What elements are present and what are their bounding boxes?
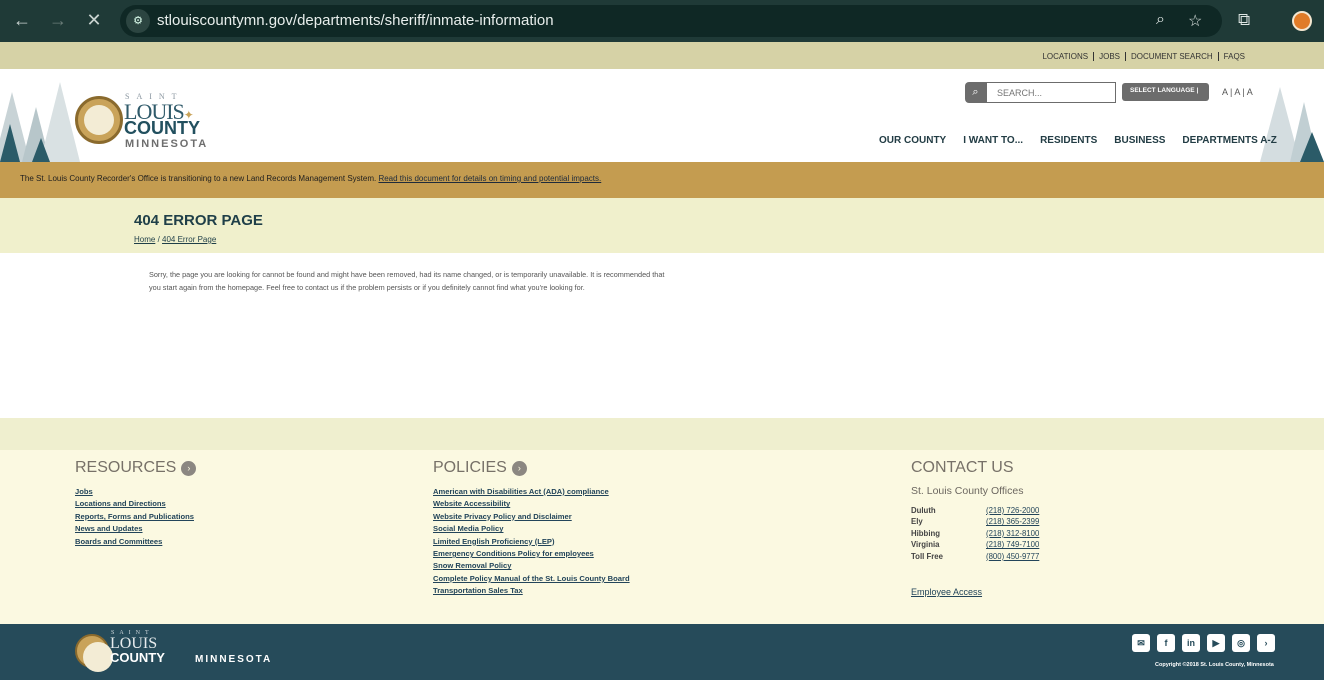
bookmark-star-icon[interactable]: ☆: [1188, 11, 1202, 31]
utility-bar: LOCATIONS JOBS DOCUMENT SEARCH FAQS: [0, 42, 1324, 69]
policies-heading[interactable]: POLICIES ›: [433, 459, 527, 477]
profile-avatar[interactable]: [1292, 11, 1312, 31]
linkedin-icon[interactable]: in: [1182, 634, 1200, 652]
copyright: Copyright ©2018 St. Louis County, Minnes…: [1155, 662, 1274, 668]
footer-spacer: [0, 418, 1324, 450]
policy-link[interactable]: Emergency Conditions Policy for employee…: [433, 548, 630, 560]
phone-row: Ely (218) 365-2399: [911, 517, 1040, 527]
chevron-right-circle-icon[interactable]: ›: [181, 460, 197, 476]
county-seal: [75, 96, 123, 144]
footer-bottom-bar: SAINT LOUIS COUNTY MINNESOTA ✉ f in ▶ ◎ …: [0, 624, 1324, 680]
resource-link[interactable]: News and Updates: [75, 523, 194, 535]
policy-link[interactable]: Complete Policy Manual of the St. Louis …: [433, 573, 630, 585]
employee-access-link[interactable]: Employee Access: [911, 587, 982, 597]
county-seal: [75, 634, 113, 672]
banner-text: The St. Louis County Recorder's Office i…: [20, 174, 379, 183]
contact-heading: CONTACT US: [911, 459, 1014, 476]
utility-link-faqs[interactable]: FAQS: [1217, 52, 1250, 61]
logo-minnesota: MINNESOTA: [195, 654, 273, 665]
page-title: 404 ERROR PAGE: [134, 212, 263, 229]
site-header: SAINT LOUIS✦ COUNTY MINNESOTA ⌕ SELECT L…: [0, 69, 1324, 162]
breadcrumb: Home / 404 Error Page: [134, 235, 216, 244]
instagram-icon[interactable]: ◎: [1232, 634, 1250, 652]
policy-link[interactable]: Website Privacy Policy and Disclaimer: [433, 511, 630, 523]
policy-link[interactable]: Snow Removal Policy: [433, 560, 630, 572]
utility-link-document-search[interactable]: DOCUMENT SEARCH: [1125, 52, 1218, 61]
resource-link[interactable]: Reports, Forms and Publications: [75, 511, 194, 523]
policy-link[interactable]: Website Accessibility: [433, 498, 630, 510]
back-arrow-icon[interactable]: ←: [10, 10, 34, 31]
youtube-icon[interactable]: ▶: [1207, 634, 1225, 652]
policies-list: American with Disabilities Act (ADA) com…: [433, 486, 630, 598]
main-nav: OUR COUNTY I WANT TO... RESIDENTS BUSINE…: [879, 135, 1294, 146]
resources-heading[interactable]: RESOURCES ›: [75, 459, 197, 477]
email-icon[interactable]: ✉: [1132, 634, 1150, 652]
font-size-controls[interactable]: A | A | A: [1222, 87, 1253, 97]
extensions-icon[interactable]: ⧉: [1238, 10, 1250, 30]
breadcrumb-home[interactable]: Home: [134, 235, 155, 244]
chevron-right-circle-icon[interactable]: ›: [511, 460, 527, 476]
policy-link[interactable]: Transportation Sales Tax: [433, 585, 630, 597]
phone-row: Virginia (218) 749-7100: [911, 540, 1040, 550]
logo-county: COUNTY: [110, 650, 165, 665]
social-links: ✉ f in ▶ ◎ ›: [1132, 634, 1275, 652]
contact-subtitle: St. Louis County Offices: [911, 485, 1024, 497]
resource-link[interactable]: Jobs: [75, 486, 194, 498]
logo-county: COUNTY: [124, 118, 200, 138]
phone-row: Hibbing (218) 312-8100: [911, 528, 1040, 538]
browser-toolbar: ← → ✕ ⚙ stlouiscountymn.gov/departments/…: [0, 0, 1324, 42]
more-icon[interactable]: ›: [1257, 634, 1275, 652]
zoom-icon[interactable]: ⌕: [1156, 11, 1165, 29]
phone-list: Duluth (218) 726-2000 Ely (218) 365-2399 H…: [911, 505, 1039, 562]
stop-loading-icon[interactable]: ✕: [82, 10, 106, 31]
utility-link-locations[interactable]: LOCATIONS: [1037, 52, 1093, 61]
alert-banner: The St. Louis County Recorder's Office i…: [0, 162, 1324, 198]
search-icon[interactable]: ⌕: [965, 82, 986, 103]
utility-link-jobs[interactable]: JOBS: [1093, 52, 1125, 61]
footer: RESOURCES › Jobs Locations and Directions…: [0, 450, 1324, 624]
resource-link[interactable]: Boards and Committees: [75, 536, 194, 548]
facebook-icon[interactable]: f: [1157, 634, 1175, 652]
site-settings-icon[interactable]: ⚙: [126, 9, 150, 33]
policy-link[interactable]: American with Disabilities Act (ADA) com…: [433, 486, 630, 498]
select-language-button[interactable]: SELECT LANGUAGE |: [1122, 83, 1209, 101]
url-text[interactable]: stlouiscountymn.gov/departments/sheriff/…: [157, 12, 554, 29]
page-title-bar: 404 ERROR PAGE Home / 404 Error Page: [0, 198, 1324, 253]
nav-our-county[interactable]: OUR COUNTY: [879, 135, 946, 146]
search-input[interactable]: [986, 82, 1116, 103]
phone-row: Toll Free (800) 450-9777: [911, 551, 1040, 561]
logo-minnesota: MINNESOTA: [125, 138, 209, 150]
nav-departments-a-z[interactable]: DEPARTMENTS A-Z: [1182, 135, 1276, 146]
resources-list: Jobs Locations and Directions Reports, F…: [75, 486, 194, 548]
nav-business[interactable]: BUSINESS: [1114, 135, 1165, 146]
error-message: Sorry, the page you are looking for cann…: [149, 270, 665, 292]
nav-i-want-to[interactable]: I WANT TO...: [963, 135, 1023, 146]
policy-link[interactable]: Social Media Policy: [433, 523, 630, 535]
phone-row: Duluth (218) 726-2000: [911, 506, 1040, 515]
resource-link[interactable]: Locations and Directions: [75, 498, 194, 510]
nav-residents[interactable]: RESIDENTS: [1040, 135, 1097, 146]
breadcrumb-separator: /: [155, 235, 163, 244]
forward-arrow-icon[interactable]: →: [46, 10, 70, 31]
breadcrumb-current[interactable]: 404 Error Page: [162, 235, 216, 244]
policy-link[interactable]: Limited English Proficiency (LEP): [433, 536, 630, 548]
banner-link[interactable]: Read this document for details on timing…: [378, 174, 601, 183]
address-bar[interactable]: ⚙ stlouiscountymn.gov/departments/sherif…: [120, 5, 1222, 37]
